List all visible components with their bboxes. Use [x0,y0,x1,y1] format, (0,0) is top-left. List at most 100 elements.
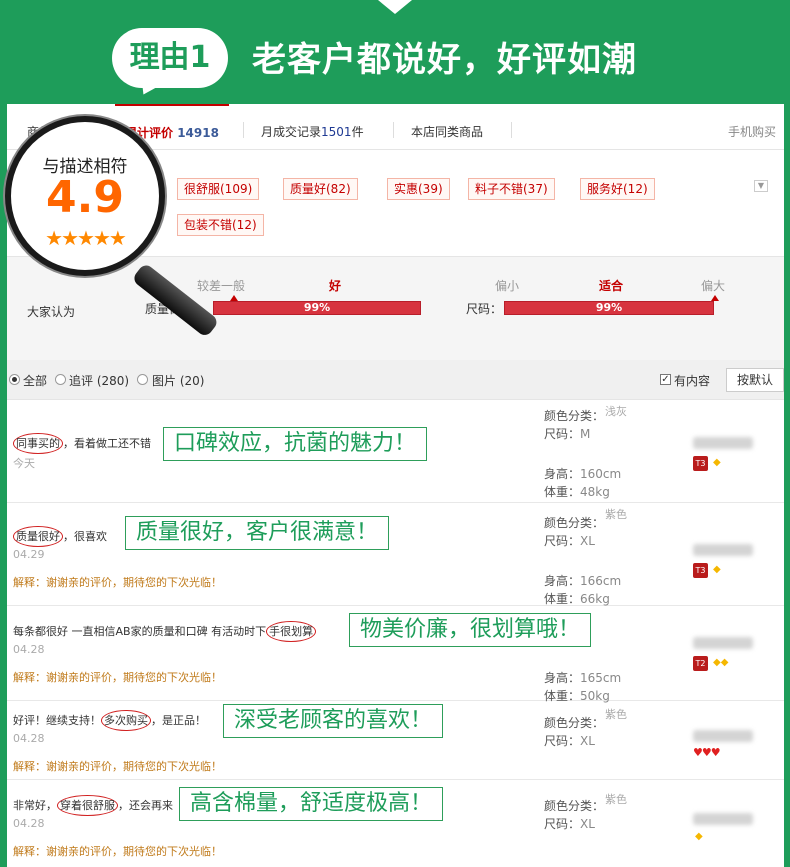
meta-value: 160cm [580,467,622,481]
filter-append-radio[interactable] [55,374,66,385]
review-text: 每条都很好 一直相信AB家的质量和口碑 有活动时下 手很划算 [13,621,317,642]
sku-color-value: 紫色 [605,793,627,806]
review-text-post: ，还会再来 [118,799,173,812]
buyer-height: 身高：165cm [544,669,621,686]
blurred-username [693,730,753,742]
diamond-icon: ◆ [695,831,703,842]
buyer-height: 身高：166cm [544,572,621,589]
meta-value: M [580,427,591,441]
meta-label: 尺码： [544,734,581,748]
meta-label: 颜色分类： [544,516,605,530]
meta-label: 体重： [544,485,581,499]
filter-all-radio[interactable] [9,374,20,385]
tag[interactable]: 质量好(82) [283,178,358,200]
review-item: 非常好， 穿着很舒服 ，还会再来 04.28 解释：谢谢亲的评价，期待您的下次光临！… [7,781,784,867]
meta-value: XL [580,534,595,548]
divider [511,122,512,138]
review-text-post: ，看着做工还不错 [63,437,151,450]
size-marker-icon [711,295,719,301]
review-item: 同事买的 ，看着做工还不错 今天 口碑效应，抗菌的魅力！ 颜色分类： 浅灰 尺码：… [7,401,784,503]
filter-append-label[interactable]: 追评 (280) [69,372,129,389]
sales-suffix: 件 [351,125,364,139]
seller-reply: 解释：谢谢亲的评价，期待您的下次光临！ [13,845,222,858]
size-bar: 99% [504,301,714,315]
meta-label: 尺码： [544,534,581,548]
review-date: 04.29 [13,548,45,561]
seller-reply: 解释：谢谢亲的评价，期待您的下次光临！ [13,671,222,684]
sort-default-button[interactable]: 按默认 [726,368,784,392]
review-text-pre: 非常好， [13,799,57,812]
tag[interactable]: 实惠(39) [387,178,450,200]
sku-color: 颜色分类： [544,797,604,814]
size-value: 99% [595,301,623,314]
review-highlight: 穿着很舒服 [57,795,118,816]
seller-reply: 解释：谢谢亲的评价，期待您的下次光临！ [13,576,222,589]
user-level-badge: T3 [693,456,708,471]
review-date: 04.28 [13,643,45,656]
tag[interactable]: 料子不错(37) [468,178,555,200]
callout: 深受老顾客的喜欢！ [223,704,444,738]
blurred-username [693,544,753,556]
review-item: 好评！继续支持！ 多次购买 ，是正品！ 04.28 解释：谢谢亲的评价，期待您的下次… [7,702,784,780]
meta-value: 50kg [580,689,610,703]
tag[interactable]: 服务好(12) [580,178,655,200]
review-highlight: 质量很好 [13,526,63,547]
scale-label: 偏小 [495,279,520,293]
meta-label: 颜色分类： [544,409,605,423]
filter-all-label[interactable]: 全部 [23,372,47,389]
review-text-pre: 每条都很好 一直相信AB家的质量和口碑 有活动时下 [13,625,267,638]
meta-label: 尺码： [544,817,581,831]
filter-pictures-label[interactable]: 图片 (20) [152,372,204,389]
meta-label: 颜色分类： [544,799,605,813]
has-content-label[interactable]: 有内容 [674,372,710,389]
review-text: 同事买的 ，看着做工还不错 [13,433,151,454]
meta-label: 颜色分类： [544,716,605,730]
review-highlight: 手很划算 [266,621,317,642]
headline: 老客户都说好，好评如潮 [252,40,637,80]
diamond-icon: ◆ [713,564,721,575]
expand-tags-icon[interactable]: ▼ [754,180,768,192]
sales-count: 1501 [321,125,352,139]
meta-label: 身高： [544,467,581,481]
review-item: 质量很好 ，很喜欢 04.29 解释：谢谢亲的评价，期待您的下次光临！ 质量很好，… [7,504,784,606]
seller-reply: 解释：谢谢亲的评价，期待您的下次光临！ [13,760,222,773]
meta-value: 66kg [580,592,610,606]
has-content-checkbox[interactable]: ✓ [660,374,671,385]
user-level-badge: T3 [693,563,708,578]
blurred-username [693,637,753,649]
sku-size: 尺码：XL [544,815,595,832]
review-text-post: ，是正品！ [151,714,206,727]
heart-icon: ♥♥♥ [693,746,721,759]
rating-score: 4.9 [46,172,124,223]
scale-label-selected: 好 [329,279,342,293]
filter-pictures-radio[interactable] [137,374,148,385]
sku-size: 尺码：M [544,425,590,442]
user-level-badge: T2 [693,656,708,671]
meta-label: 身高： [544,574,581,588]
meta-value: 165cm [580,671,622,685]
sku-color: 颜色分类： [544,407,604,424]
buyer-weight: 体重：66kg [544,590,610,607]
tab-similar-products[interactable]: 本店同类商品 [411,104,483,150]
review-text-post: ，很喜欢 [63,530,107,543]
sku-size: 尺码：XL [544,532,595,549]
review-highlight: 多次购买 [101,710,151,731]
sku-color: 颜色分类： [544,514,604,531]
meta-value: XL [580,734,595,748]
blurred-username [693,437,753,449]
buyer-height: 身高：160cm [544,465,621,482]
scale-label-selected: 适合 [599,279,624,293]
sku-color: 颜色分类： [544,714,604,731]
review-date: 04.28 [13,732,45,745]
meta-value: 166cm [580,574,622,588]
mobile-buy-link[interactable]: 手机购买 [728,104,776,150]
meta-label: 体重： [544,689,581,703]
tab-monthly-sales[interactable]: 月成交记录1501件 [261,104,364,150]
scale-label: 偏大 [701,279,726,293]
top-pointer [378,0,412,14]
review-text: 非常好， 穿着很舒服 ，还会再来 [13,795,173,816]
banner: 理由1 老客户都说好，好评如潮 [0,14,790,104]
rating-lens: 与描述相符 4.9 ★★★★★ [5,116,165,276]
buyer-weight: 体重：48kg [544,483,610,500]
reason-badge: 理由1 [112,28,228,88]
